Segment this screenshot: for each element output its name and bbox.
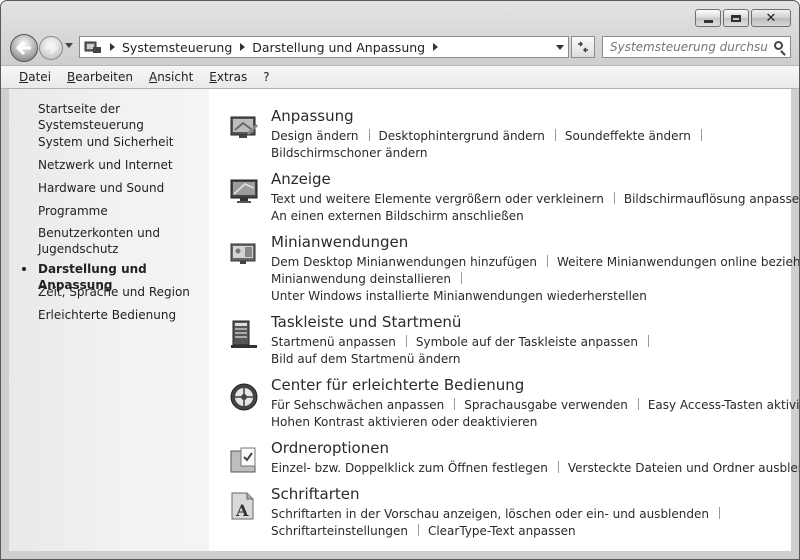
sidebar-item-network[interactable]: Netzwerk und Internet xyxy=(38,157,203,173)
group-links: Für Sehschwächen anpassen Sprachausgabe v… xyxy=(271,397,799,431)
recent-pages-dropdown-icon[interactable] xyxy=(65,43,73,48)
address-dropdown-icon[interactable] xyxy=(556,45,564,50)
group-title[interactable]: Taskleiste und Startmenü xyxy=(271,313,461,331)
menu-extras[interactable]: Extras xyxy=(201,67,255,87)
task-link[interactable]: Desktophintergrund ändern xyxy=(379,129,545,143)
gadgets-icon xyxy=(230,243,256,264)
task-link[interactable]: An einen externen Bildschirm anschließen xyxy=(271,209,524,223)
search-icon[interactable] xyxy=(774,41,783,50)
task-link[interactable]: Dem Desktop Minianwendungen hinzufügen xyxy=(271,255,537,269)
task-link[interactable]: Bildschirmschoner ändern xyxy=(271,146,428,160)
maximize-button[interactable] xyxy=(723,9,749,27)
minimize-icon xyxy=(703,19,713,23)
group-title[interactable]: Anpassung xyxy=(271,107,354,125)
close-icon: ✕ xyxy=(765,10,777,26)
task-link[interactable]: Hohen Kontrast aktivieren oder deaktivie… xyxy=(271,415,537,429)
group-links: Einzel- bzw. Doppelklick zum Öffnen fest… xyxy=(271,460,799,477)
group-title[interactable]: Schriftarten xyxy=(271,485,359,503)
close-button[interactable]: ✕ xyxy=(751,9,791,27)
address-bar[interactable]: Systemsteuerung Darstellung und Anpassun… xyxy=(79,36,569,58)
sidebar-item-system[interactable]: System und Sicherheit xyxy=(38,134,203,150)
sidebar-home-link[interactable]: Startseite der Systemsteuerung xyxy=(38,101,203,133)
control-panel-window: ✕ Systemsteuerung Darstellung und Anpass… xyxy=(0,0,800,560)
control-panel-icon xyxy=(84,40,102,54)
breadcrumb-separator-icon[interactable] xyxy=(240,43,246,51)
task-link[interactable]: Text und weitere Elemente vergrößern ode… xyxy=(271,192,604,206)
main-content: Anpassung Design ändern Desktophintergrun… xyxy=(209,89,799,551)
breadcrumb-darstellung[interactable]: Darstellung und Anpassung xyxy=(252,40,425,55)
sidebar-item-accounts[interactable]: Benutzerkonten und Jugendschutz xyxy=(38,225,203,257)
sidebar-item-hardware[interactable]: Hardware und Sound xyxy=(38,180,203,196)
group-links: Dem Desktop Minianwendungen hinzufügen We… xyxy=(271,254,799,305)
menu-ansicht[interactable]: Ansicht xyxy=(141,67,201,87)
maximize-icon xyxy=(731,14,741,22)
menu-bar: Datei Bearbeiten Ansicht Extras ? xyxy=(1,65,799,89)
refresh-button[interactable] xyxy=(571,36,595,58)
breadcrumb-systemsteuerung[interactable]: Systemsteuerung xyxy=(122,40,232,55)
display-icon xyxy=(230,179,258,203)
folder-options-icon xyxy=(230,447,256,473)
ease-of-access-icon xyxy=(230,383,258,411)
sidebar-item-region[interactable]: Zeit, Sprache und Region xyxy=(38,284,203,300)
group-title[interactable]: Ordneroptionen xyxy=(271,439,389,457)
minimize-button[interactable] xyxy=(695,9,721,27)
sidebar: Startseite der Systemsteuerung System un… xyxy=(9,89,209,551)
group-title[interactable]: Center für erleichterte Bedienung xyxy=(271,376,524,394)
task-link[interactable]: ClearType-Text anpassen xyxy=(428,524,576,538)
group-title[interactable]: Anzeige xyxy=(271,170,331,188)
task-link[interactable]: Minianwendung deinstallieren xyxy=(271,272,451,286)
menu-bearbeiten[interactable]: Bearbeiten xyxy=(59,67,141,87)
group-links: Text und weitere Elemente vergrößern ode… xyxy=(271,191,799,225)
task-link[interactable]: Unter Windows installierte Minianwendung… xyxy=(271,289,647,303)
task-link[interactable]: Schriftarten in der Vorschau anzeigen, l… xyxy=(271,507,709,521)
menu-datei[interactable]: Datei xyxy=(1,67,59,87)
active-bullet-icon xyxy=(22,267,26,271)
sidebar-item-ease-of-access[interactable]: Erleichterte Bedienung xyxy=(38,307,203,323)
task-link[interactable]: Symbole auf der Taskleiste anpassen xyxy=(416,335,638,349)
task-link[interactable]: Weitere Minianwendungen online beziehen xyxy=(557,255,799,269)
back-button[interactable] xyxy=(10,34,38,62)
fonts-icon: A xyxy=(231,492,254,520)
arrow-right-icon xyxy=(45,42,58,54)
task-link[interactable]: Versteckte Dateien und Ordner ausblenden xyxy=(568,461,799,475)
group-links: Schriftarten in der Vorschau anzeigen, l… xyxy=(271,506,776,540)
task-link[interactable]: Bild auf dem Startmenü ändern xyxy=(271,352,461,366)
personalization-icon xyxy=(230,116,258,138)
group-title[interactable]: Minianwendungen xyxy=(271,233,408,251)
task-link[interactable]: Bildschirmauflösung anpassen xyxy=(624,192,799,206)
menu-help[interactable]: ? xyxy=(255,67,277,87)
arrow-left-icon xyxy=(16,41,31,55)
taskbar-icon xyxy=(231,320,257,348)
caption-buttons: ✕ xyxy=(695,9,791,27)
search-input[interactable] xyxy=(602,36,791,58)
refresh-icon xyxy=(578,41,588,53)
task-link[interactable]: Soundeffekte ändern xyxy=(565,129,691,143)
task-link[interactable]: Startmenü anpassen xyxy=(271,335,396,349)
sidebar-item-programs[interactable]: Programme xyxy=(38,203,203,219)
breadcrumb-separator-icon[interactable] xyxy=(433,43,439,51)
task-link[interactable]: Für Sehschwächen anpassen xyxy=(271,398,444,412)
group-links: Design ändern Desktophintergrund ändern So… xyxy=(271,128,776,162)
task-link[interactable]: Easy Access-Tasten aktivieren xyxy=(648,398,799,412)
forward-button[interactable] xyxy=(39,36,63,60)
task-link[interactable]: Einzel- bzw. Doppelklick zum Öffnen fest… xyxy=(271,461,548,475)
task-link[interactable]: Design ändern xyxy=(271,129,359,143)
svg-text:A: A xyxy=(235,501,249,520)
group-links: Startmenü anpassen Symbole auf der Taskle… xyxy=(271,334,776,368)
task-link[interactable]: Sprachausgabe verwenden xyxy=(464,398,628,412)
task-link[interactable]: Schriftarteinstellungen xyxy=(271,524,408,538)
breadcrumb-separator-icon[interactable] xyxy=(110,43,115,51)
